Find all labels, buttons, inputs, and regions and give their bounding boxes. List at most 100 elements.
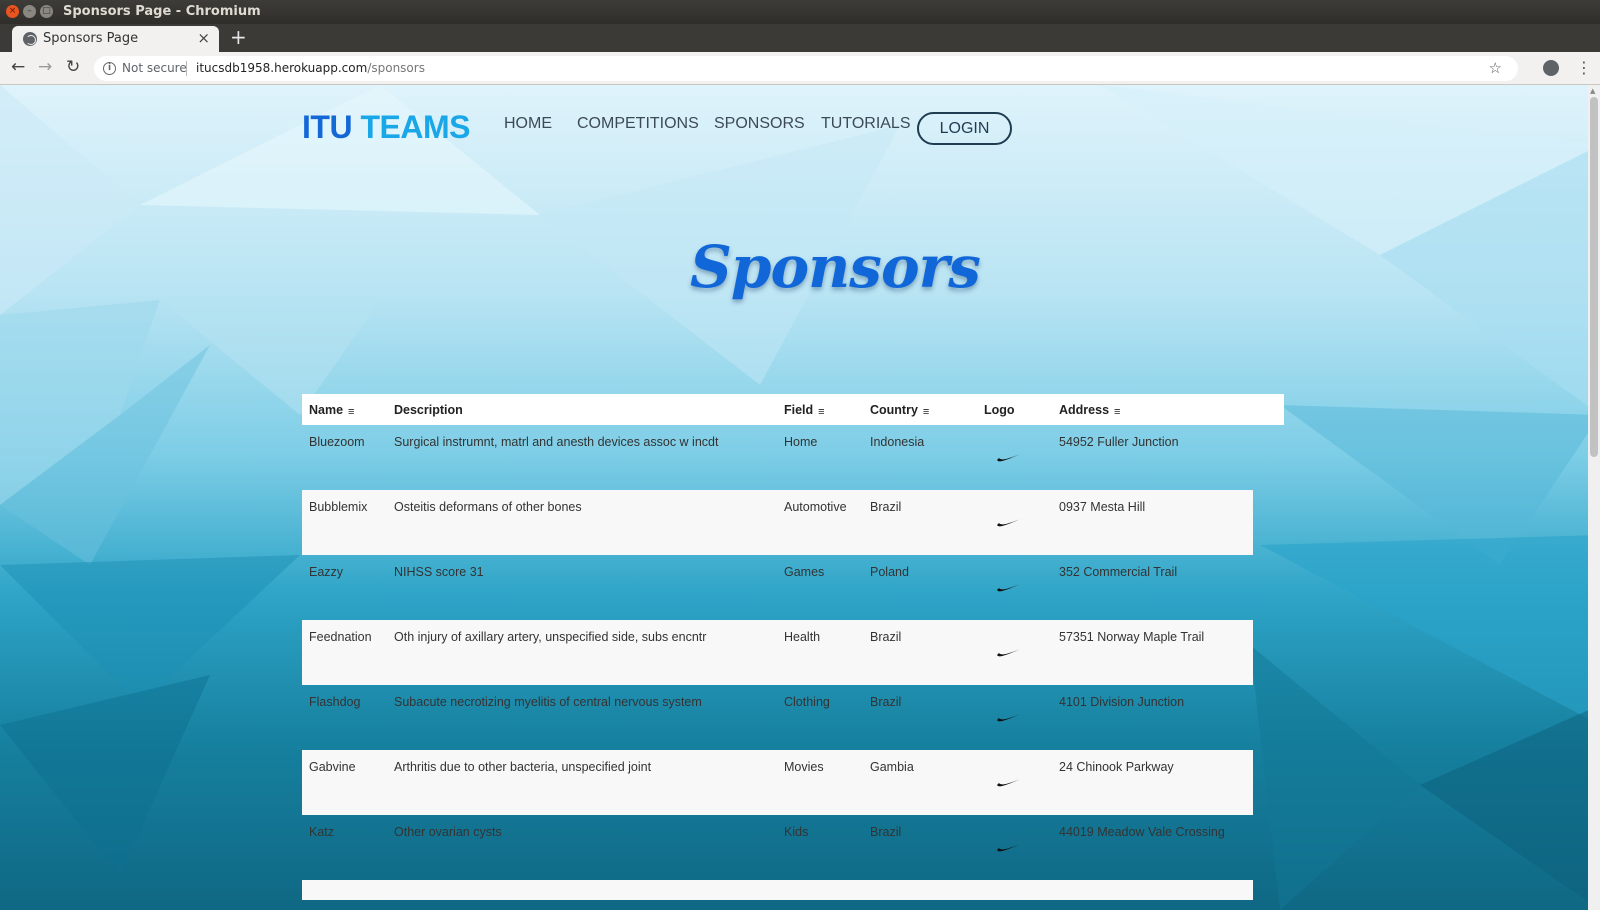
nav-home[interactable]: HOME [504, 115, 552, 133]
window-minimize-button[interactable]: – [23, 5, 36, 18]
sponsor-description: Other ovarian cysts [394, 825, 502, 839]
login-button[interactable]: LOGIN [917, 112, 1012, 145]
table-header: Name ≡ Description Field ≡ Country ≡ Logo A… [302, 394, 1284, 425]
header-name[interactable]: Name ≡ [309, 403, 354, 418]
sort-icon[interactable]: ≡ [348, 406, 354, 418]
sponsor-description: NIHSS score 31 [394, 565, 484, 579]
sponsor-address: 44019 Meadow Vale Crossing [1059, 825, 1225, 839]
header-description: Description [394, 403, 463, 417]
swoosh-logo-icon [997, 648, 1023, 657]
tab-title: Sponsors Page [43, 31, 139, 46]
scrollbar-thumb[interactable] [1590, 97, 1598, 457]
not-secure-label: Not secure [122, 61, 187, 75]
table-row: Bluezoom Surgical instrumnt, matrl and a… [302, 425, 1284, 490]
sponsor-address: 57351 Norway Maple Trail [1059, 630, 1205, 644]
page-title: Sponsors [690, 233, 981, 301]
sponsor-field: Movies [784, 760, 824, 774]
swoosh-logo-icon [997, 713, 1023, 722]
header-address[interactable]: Address ≡ [1059, 403, 1120, 418]
sponsor-name: Bubblemix [309, 500, 368, 514]
bookmark-star-icon[interactable]: ☆ [1489, 59, 1502, 77]
header-address-label: Address [1059, 403, 1110, 417]
swoosh-logo-icon [997, 518, 1023, 527]
header-field[interactable]: Field ≡ [784, 403, 825, 418]
sponsor-country: Brazil [870, 500, 902, 514]
sponsor-field: Clothing [784, 695, 830, 709]
url-path: /sponsors [367, 61, 425, 75]
table-row: Bubblemix Osteitis deformans of other bo… [302, 490, 1253, 555]
nav-tutorials[interactable]: TUTORIALS [821, 115, 911, 133]
swoosh-logo-icon [997, 583, 1023, 592]
sponsor-name: Katz [309, 825, 335, 839]
table-row: Feednation Oth injury of axillary artery… [302, 620, 1253, 685]
logo-itu: ITU [302, 109, 361, 145]
sponsor-field: Health [784, 630, 821, 644]
window-maximize-button[interactable]: □ [40, 5, 53, 18]
table-row: Gabvine Arthritis due to other bacteria,… [302, 750, 1253, 815]
table-row: Eazzy NIHSS score 31 Games Poland 352 Co… [302, 555, 1284, 620]
sponsor-country: Brazil [870, 630, 902, 644]
sponsors-table: Name ≡ Description Field ≡ Country ≡ Logo A… [302, 394, 1284, 900]
divider [186, 61, 187, 76]
sponsor-name: Gabvine [309, 760, 356, 774]
sponsor-country: Gambia [870, 760, 914, 774]
header-field-label: Field [784, 403, 814, 417]
table-row: Flashdog Subacute necrotizing myelitis o… [302, 685, 1284, 750]
url-text[interactable]: itucsdb1958.herokuapp.com/sponsors [196, 61, 425, 75]
tab-strip: Sponsors Page × + [0, 24, 1600, 52]
browser-toolbar: ← → ↻ i Not secure itucsdb1958.herokuapp… [0, 52, 1600, 85]
sponsor-address: 4101 Division Junction [1059, 695, 1185, 709]
address-bar[interactable]: i Not secure itucsdb1958.herokuapp.com/s… [94, 56, 1518, 81]
sponsor-field: Home [784, 435, 818, 449]
forward-button[interactable]: → [38, 57, 52, 77]
sort-icon[interactable]: ≡ [818, 406, 824, 418]
sponsor-field: Kids [784, 825, 809, 839]
header-country[interactable]: Country ≡ [870, 403, 929, 418]
window-title: Sponsors Page - Chromium [63, 4, 261, 19]
header-logo: Logo [984, 403, 1015, 417]
back-button[interactable]: ← [11, 57, 25, 77]
sort-icon[interactable]: ≡ [923, 406, 929, 418]
sponsor-description: Subacute necrotizing myelitis of central… [394, 695, 702, 709]
site-logo[interactable]: ITU TEAMS [302, 109, 470, 146]
sponsor-description: Osteitis deformans of other bones [394, 500, 582, 514]
sponsor-country: Poland [870, 565, 909, 579]
header-country-label: Country [870, 403, 918, 417]
globe-icon [23, 32, 37, 46]
sponsor-country: Brazil [870, 695, 902, 709]
sponsor-address: 24 Chinook Parkway [1059, 760, 1174, 774]
swoosh-logo-icon [997, 778, 1023, 787]
sort-icon[interactable]: ≡ [1114, 406, 1120, 418]
nav-sponsors[interactable]: SPONSORS [714, 115, 805, 133]
swoosh-logo-icon [997, 843, 1023, 852]
reload-button[interactable]: ↻ [66, 57, 80, 77]
table-row: Katz Other ovarian cysts Kids Brazil 440… [302, 815, 1284, 880]
menu-icon[interactable]: ⋮ [1576, 58, 1592, 78]
window-close-button[interactable]: × [6, 5, 19, 18]
page-viewport: ITU TEAMS HOME COMPETITIONS SPONSORS TUT… [0, 85, 1600, 910]
nav-competitions[interactable]: COMPETITIONS [577, 115, 699, 133]
sponsor-description: Oth injury of axillary artery, unspecifi… [394, 630, 707, 644]
sponsor-address: 54952 Fuller Junction [1059, 435, 1179, 449]
new-tab-button[interactable]: + [230, 25, 247, 49]
sponsor-field: Automotive [784, 500, 847, 514]
table-row [302, 880, 1253, 900]
header-name-label: Name [309, 403, 344, 417]
account-icon[interactable] [1543, 60, 1559, 76]
info-icon[interactable]: i [103, 62, 116, 75]
url-host: itucsdb1958.herokuapp.com [196, 61, 368, 75]
scroll-up-icon[interactable]: ▲ [1590, 87, 1595, 95]
close-icon[interactable]: × [197, 29, 210, 47]
logo-teams: TEAMS [360, 109, 470, 145]
sponsor-address: 0937 Mesta Hill [1059, 500, 1146, 514]
swoosh-logo-icon [997, 453, 1023, 462]
sponsor-description: Surgical instrumnt, matrl and anesth dev… [394, 435, 719, 449]
tab-sponsors-page[interactable]: Sponsors Page × [12, 26, 219, 52]
page-scrollbar[interactable]: ▲ [1588, 85, 1600, 910]
sponsor-name: Flashdog [309, 695, 361, 709]
sponsor-country: Brazil [870, 825, 902, 839]
sponsor-name: Feednation [309, 630, 372, 644]
sponsor-country: Indonesia [870, 435, 925, 449]
sponsor-name: Eazzy [309, 565, 344, 579]
sponsor-address: 352 Commercial Trail [1059, 565, 1178, 579]
